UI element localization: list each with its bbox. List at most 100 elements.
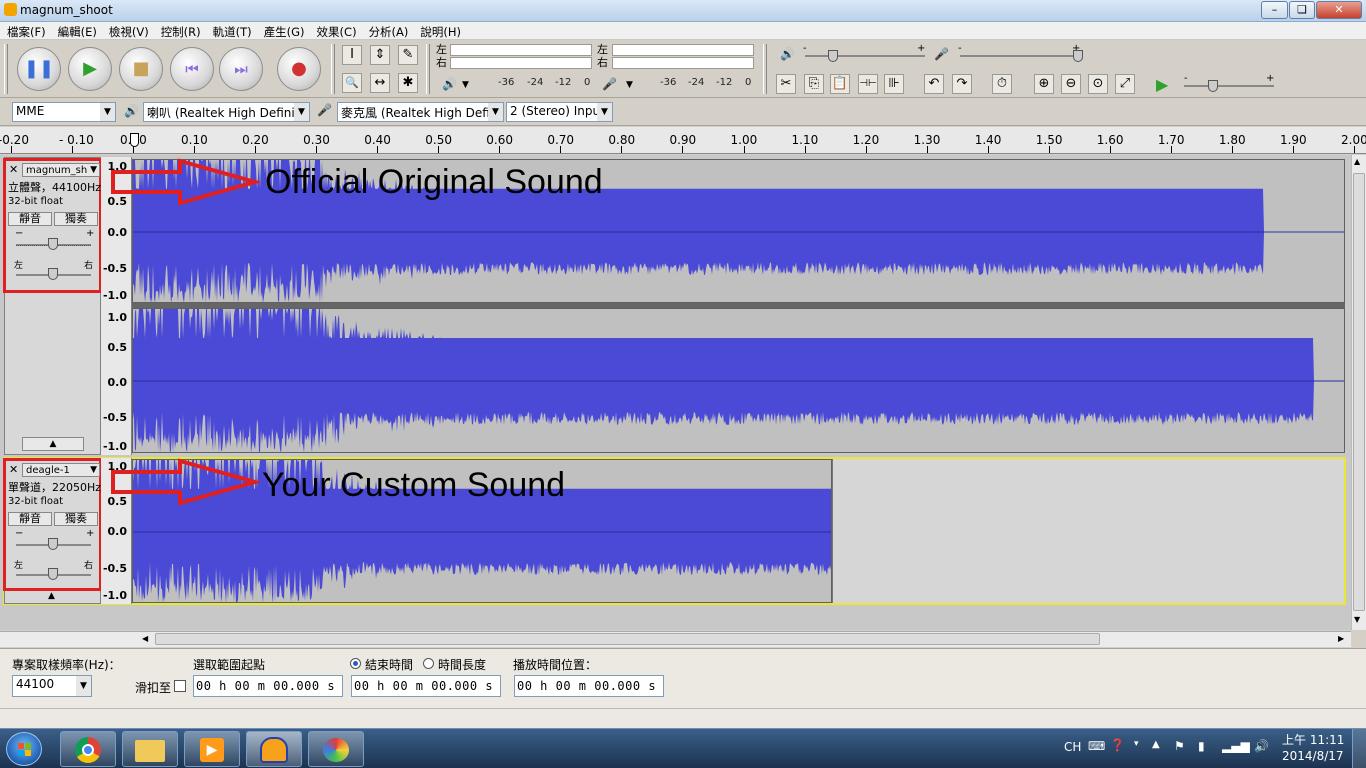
envelope-tool-icon[interactable]: ⇕ bbox=[370, 45, 390, 65]
playhead-marker-icon[interactable] bbox=[130, 133, 139, 147]
pause-button[interactable]: ❚❚ bbox=[17, 47, 61, 91]
skip-to-end-button[interactable]: ⏭ bbox=[219, 47, 263, 91]
close-button[interactable]: ✕ bbox=[1316, 1, 1362, 19]
toolbar-grip[interactable] bbox=[4, 44, 8, 94]
audio-host-select[interactable]: MME ▼ bbox=[12, 102, 116, 122]
maximize-button[interactable]: ❏ bbox=[1289, 1, 1315, 19]
input-device-select[interactable]: 麥克風 (Realtek High Defin ▼ bbox=[337, 102, 504, 122]
undo-icon[interactable]: ↶ bbox=[924, 74, 944, 94]
copy-icon[interactable]: ⎘ bbox=[804, 74, 824, 94]
timeshift-tool-icon[interactable]: ↔ bbox=[370, 73, 390, 93]
play-speed-slider[interactable] bbox=[1184, 85, 1274, 87]
horizontal-scrollbar[interactable]: ◀ ▶ bbox=[0, 631, 1351, 647]
track-name-menu[interactable]: deagle-1 ▼ bbox=[22, 463, 100, 477]
selection-tool-icon[interactable]: I bbox=[342, 45, 362, 65]
input-volume-slider[interactable] bbox=[960, 55, 1080, 57]
redo-icon[interactable]: ↷ bbox=[952, 74, 972, 94]
output-volume-thumb[interactable] bbox=[828, 50, 838, 62]
play-speed-thumb[interactable] bbox=[1208, 80, 1218, 92]
draw-tool-icon[interactable]: ✎ bbox=[398, 45, 418, 65]
selection-end-time[interactable]: 00 h 00 m 00.000 s bbox=[351, 675, 501, 697]
collapse-track-button[interactable]: ▲ bbox=[48, 591, 55, 601]
scroll-down-icon[interactable]: ▼ bbox=[1354, 615, 1360, 624]
input-volume-thumb[interactable] bbox=[1073, 50, 1083, 62]
close-track-icon[interactable]: ✕ bbox=[9, 163, 18, 176]
paste-icon[interactable]: 📋 bbox=[830, 74, 850, 94]
menu-help[interactable]: 說明(H) bbox=[413, 22, 466, 40]
media-player-taskbar-icon[interactable]: ▶ bbox=[184, 731, 240, 767]
zoom-in-icon[interactable]: ⊕ bbox=[1034, 74, 1054, 94]
playback-position-time[interactable]: 00 h 00 m 00.000 s bbox=[514, 675, 664, 697]
power-icon[interactable]: ▮ bbox=[1198, 739, 1205, 753]
mute-button[interactable]: 靜音 bbox=[8, 512, 52, 526]
collapse-track-button[interactable]: ▲ bbox=[22, 437, 84, 451]
clock[interactable]: 上午 11:11 2014/8/17 bbox=[1282, 732, 1344, 764]
language-indicator[interactable]: CH bbox=[1064, 740, 1081, 754]
paint-taskbar-icon[interactable] bbox=[308, 731, 364, 767]
scroll-left-icon[interactable]: ◀ bbox=[142, 634, 148, 643]
track-name-menu[interactable]: magnum_sh ▼ bbox=[22, 163, 100, 177]
solo-button[interactable]: 獨奏 bbox=[54, 512, 98, 526]
snap-to-checkbox[interactable] bbox=[174, 680, 186, 692]
output-volume-slider[interactable] bbox=[805, 55, 925, 57]
length-radio[interactable] bbox=[423, 658, 434, 669]
multi-tool-icon[interactable]: ✱ bbox=[398, 73, 418, 93]
close-track-icon[interactable]: ✕ bbox=[9, 463, 18, 476]
end-time-radio[interactable] bbox=[350, 658, 361, 669]
zoom-out-icon[interactable]: ⊖ bbox=[1061, 74, 1081, 94]
show-desktop-button[interactable] bbox=[1352, 729, 1366, 768]
play-at-speed-icon[interactable]: ▶ bbox=[1156, 75, 1168, 94]
silence-icon[interactable]: ⊪ bbox=[884, 74, 904, 94]
ime-options-icon[interactable]: ▾ bbox=[1134, 739, 1139, 749]
volume-icon[interactable]: 🔊 bbox=[1254, 739, 1269, 753]
vertical-scrollbar[interactable]: ▲ ▼ bbox=[1351, 155, 1366, 630]
gain-thumb[interactable] bbox=[48, 538, 58, 550]
mute-button[interactable]: 靜音 bbox=[8, 212, 52, 226]
zoom-tool-icon[interactable]: 🔍 bbox=[342, 73, 362, 93]
chrome-taskbar-icon[interactable] bbox=[60, 731, 116, 767]
pan-thumb[interactable] bbox=[48, 268, 58, 280]
show-hidden-icons-icon[interactable]: ▲ bbox=[1152, 739, 1160, 750]
menu-effect[interactable]: 效果(C) bbox=[310, 22, 362, 40]
waveform-right-channel[interactable] bbox=[132, 308, 1345, 453]
sync-lock-icon[interactable]: ⏱ bbox=[992, 74, 1012, 94]
selection-start-time[interactable]: 00 h 00 m 00.000 s bbox=[193, 675, 343, 697]
input-channels-select[interactable]: 2 (Stereo) Inpu ▼ bbox=[506, 102, 613, 122]
help-icon[interactable]: ❓ bbox=[1110, 738, 1125, 752]
vertical-scroll-thumb[interactable] bbox=[1353, 173, 1365, 611]
output-device-select[interactable]: 喇叭 (Realtek High Definitic ▼ bbox=[143, 102, 310, 122]
keyboard-icon[interactable]: ⌨ bbox=[1088, 739, 1105, 753]
menu-file[interactable]: 檔案(F) bbox=[0, 22, 51, 40]
fit-selection-icon[interactable]: ⊙ bbox=[1088, 74, 1108, 94]
pan-thumb[interactable] bbox=[48, 568, 58, 580]
project-rate-select[interactable]: 44100 ▼ bbox=[12, 675, 92, 697]
microphone-icon[interactable]: 🎤 bbox=[602, 77, 617, 91]
horizontal-scroll-thumb[interactable] bbox=[155, 633, 1100, 645]
audacity-taskbar-icon[interactable] bbox=[246, 731, 302, 767]
cut-icon[interactable]: ✂ bbox=[776, 74, 796, 94]
menu-control[interactable]: 控制(R) bbox=[154, 22, 206, 40]
gain-thumb[interactable] bbox=[48, 238, 58, 250]
rec-meter-dropdown-icon[interactable]: ▼ bbox=[626, 80, 633, 90]
menu-analyze[interactable]: 分析(A) bbox=[362, 22, 414, 40]
minimize-button[interactable]: – bbox=[1261, 1, 1288, 19]
menu-tracks[interactable]: 軌道(T) bbox=[206, 22, 257, 40]
fit-project-icon[interactable]: ⤢ bbox=[1115, 74, 1135, 94]
skip-to-start-button[interactable]: ⏮ bbox=[170, 47, 214, 91]
start-button[interactable] bbox=[6, 732, 42, 766]
timeline-ruler[interactable]: -0.20- 0.100.000.100.200.300.400.500.600… bbox=[0, 127, 1366, 154]
explorer-taskbar-icon[interactable] bbox=[122, 731, 178, 767]
empty-track-region[interactable] bbox=[832, 459, 1344, 603]
solo-button[interactable]: 獨奏 bbox=[54, 212, 98, 226]
menu-view[interactable]: 檢視(V) bbox=[102, 22, 154, 40]
play-meter-dropdown-icon[interactable]: ▼ bbox=[462, 80, 469, 90]
scroll-up-icon[interactable]: ▲ bbox=[1354, 157, 1360, 166]
network-icon[interactable]: ▂▄▆ bbox=[1222, 739, 1250, 753]
scroll-right-icon[interactable]: ▶ bbox=[1338, 634, 1344, 643]
menu-edit[interactable]: 編輯(E) bbox=[51, 22, 102, 40]
stop-button[interactable]: ■ bbox=[119, 47, 163, 91]
action-center-icon[interactable]: ⚑ bbox=[1174, 739, 1185, 753]
trim-icon[interactable]: ⊣⊢ bbox=[858, 74, 878, 94]
record-button[interactable]: ● bbox=[277, 47, 321, 91]
menu-generate[interactable]: 產生(G) bbox=[257, 22, 310, 40]
